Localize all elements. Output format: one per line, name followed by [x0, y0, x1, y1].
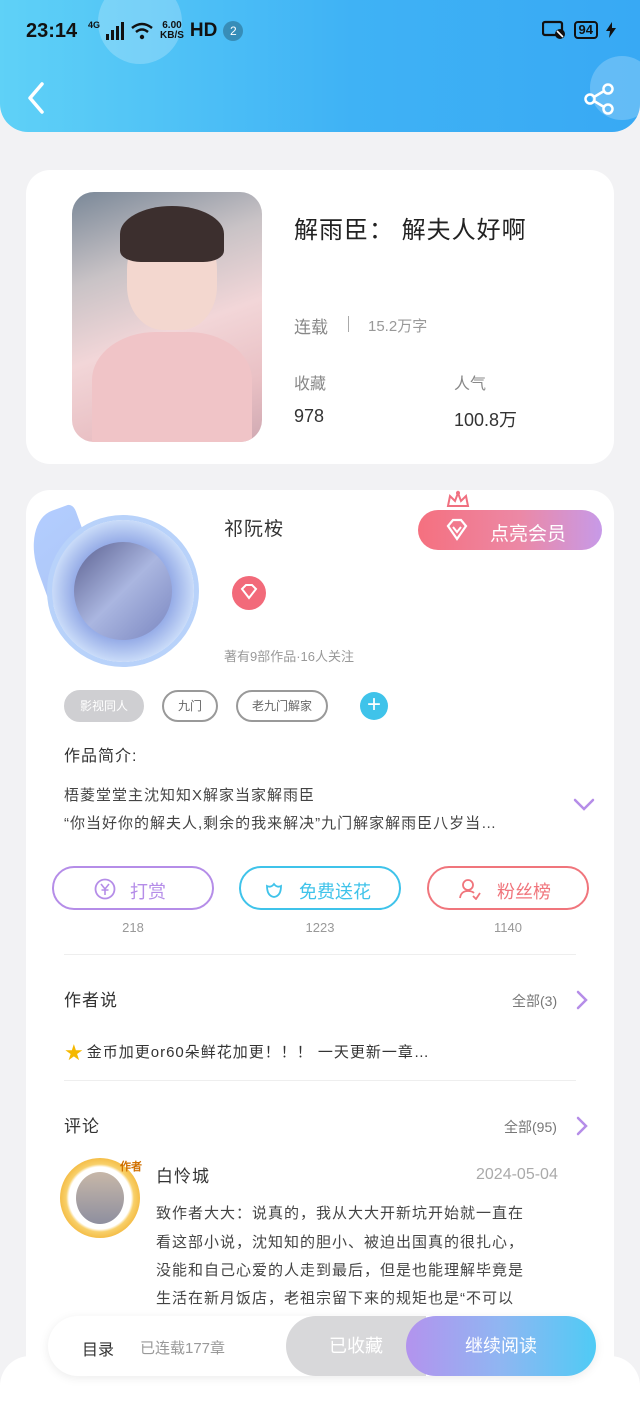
divider	[348, 316, 349, 332]
author-card: 祁阮桉 著有9部作品·16人关注 点亮会员 影视同人 九门 老九门解家 + 作品…	[20, 490, 614, 1422]
chevron-left-icon[interactable]	[22, 80, 52, 116]
vip-button-label: 点亮会员	[490, 524, 567, 545]
chevron-right-icon[interactable]	[576, 990, 588, 1010]
book-title: 解雨臣： 解夫人好啊	[294, 217, 527, 244]
table-of-contents-button[interactable]: 目录	[82, 1336, 114, 1360]
section-divider	[64, 1080, 576, 1081]
charging-icon	[606, 22, 616, 38]
author-says-more[interactable]: 全部(3)	[512, 991, 557, 1011]
signal-icon	[106, 22, 125, 40]
comments-more[interactable]: 全部(95)	[504, 1117, 557, 1137]
favorites-count: 978	[294, 406, 325, 426]
intro-text-line: “你当好你的解夫人,剩余的我来解决”九门解家解雨臣八岁当…	[64, 815, 498, 832]
author-name[interactable]: 祁阮桉	[224, 514, 284, 541]
book-info-card: 解雨臣： 解夫人好啊 连载 15.2万字 收藏 978 人气 100.8万	[26, 170, 614, 464]
favorited-button[interactable]: 已收藏	[286, 1316, 426, 1376]
tip-label: 打赏	[130, 882, 166, 902]
comment-text-line: 生活在新月饭店，老祖宗留下来的规矩也是“不可以	[156, 1290, 514, 1307]
comment-date: 2024-05-04	[476, 1166, 558, 1183]
cover-figure	[92, 332, 252, 442]
section-divider	[64, 954, 576, 955]
serial-status: 连载	[294, 318, 328, 337]
fan-rank-label: 粉丝榜	[497, 882, 551, 902]
bottom-action-bar: 目录 已连载177章 已收藏 继续阅读	[48, 1316, 596, 1376]
diamond-icon	[446, 518, 468, 541]
status-bar: 23:14 4G 6.00 KB/S HD 2 94	[26, 18, 616, 48]
tag-item[interactable]: 老九门解家	[236, 690, 329, 722]
book-cover-image[interactable]	[72, 192, 262, 442]
user-rank-icon	[459, 879, 481, 900]
battery-level: 94	[573, 21, 598, 39]
comments-title: 评论	[64, 1117, 100, 1136]
intro-label: 作品简介:	[64, 748, 138, 765]
network-indicators: 4G 6.00 KB/S HD 2	[88, 20, 244, 42]
author-avatar-frame[interactable]	[20, 503, 204, 670]
star-icon: ★	[64, 1040, 85, 1065]
activate-vip-button[interactable]: 点亮会员	[418, 510, 602, 550]
author-meta: 著有9部作品·16人关注	[224, 649, 355, 664]
top-header: 23:14 4G 6.00 KB/S HD 2 94	[0, 0, 640, 132]
author-note-text: 金币加更or60朵鲜花加更！！！ 一天更新一章…	[86, 1044, 430, 1061]
tip-count: 218	[122, 920, 144, 935]
avatar-image	[74, 542, 172, 640]
status-time: 23:14	[26, 20, 78, 42]
tip-button[interactable]: 打赏	[52, 866, 214, 910]
crown-icon	[446, 490, 470, 507]
status-right: 94	[541, 20, 616, 40]
popularity-count: 100.8万	[454, 410, 518, 430]
comment-text-line: 致作者大大：说真的，我从大大开新坑开始就一直在	[156, 1205, 525, 1222]
author-note[interactable]: ★ 金币加更or60朵鲜花加更！！！ 一天更新一章…	[64, 1040, 430, 1066]
screen-cast-off-icon	[541, 20, 565, 39]
chevron-right-icon[interactable]	[576, 1116, 588, 1136]
intro-text-line: 梧菱堂堂主沈知知X解家当家解雨臣	[64, 787, 316, 804]
author-says-title: 作者说	[64, 991, 118, 1010]
net-speed-unit: KB/S	[160, 30, 184, 41]
chevron-down-icon[interactable]	[572, 796, 596, 814]
cover-hair	[120, 206, 224, 262]
author-badge: 作者	[120, 1161, 142, 1173]
fan-rank-button[interactable]: 粉丝榜	[427, 866, 589, 910]
wifi-icon	[131, 22, 153, 40]
comment-text-line: 看这部小说，沈知知的胆小、被迫出国真的很扎心，	[156, 1234, 525, 1251]
flower-icon	[266, 882, 282, 898]
word-count: 15.2万字	[368, 318, 428, 335]
commenter-name[interactable]: 白怜城	[156, 1162, 210, 1187]
favorites-label: 收藏	[294, 376, 327, 393]
net-speed: 6.00 KB/S	[160, 21, 184, 41]
tag-list: 影视同人 九门 老九门解家 +	[64, 690, 389, 722]
notification-badge: 2	[223, 21, 244, 41]
yen-icon	[94, 878, 116, 900]
comment-text-line: 没能和自己心爱的人走到最后，但是也能理解毕竟是	[156, 1262, 525, 1279]
action-buttons: 打赏 218 免费送花 1223 粉丝榜 1140	[52, 866, 592, 956]
tag-item[interactable]: 九门	[162, 690, 219, 722]
tag-item[interactable]: 影视同人	[64, 690, 145, 722]
send-flower-label: 免费送花	[299, 882, 371, 902]
hd-indicator: HD	[189, 20, 218, 41]
commenter-avatar-image	[76, 1172, 124, 1224]
share-icon[interactable]	[582, 82, 616, 116]
plus-icon[interactable]: +	[360, 692, 389, 720]
avatar	[52, 520, 194, 662]
flower-count: 1223	[305, 920, 335, 935]
fan-count: 1140	[494, 920, 522, 935]
continue-reading-button[interactable]: 继续阅读	[406, 1316, 596, 1376]
vip-diamond-icon	[232, 576, 266, 610]
send-flower-button[interactable]: 免费送花	[239, 866, 401, 910]
network-type: 4G	[88, 20, 101, 30]
popularity-label: 人气	[454, 376, 487, 393]
chapter-count[interactable]: 已连载177章	[140, 1337, 225, 1358]
